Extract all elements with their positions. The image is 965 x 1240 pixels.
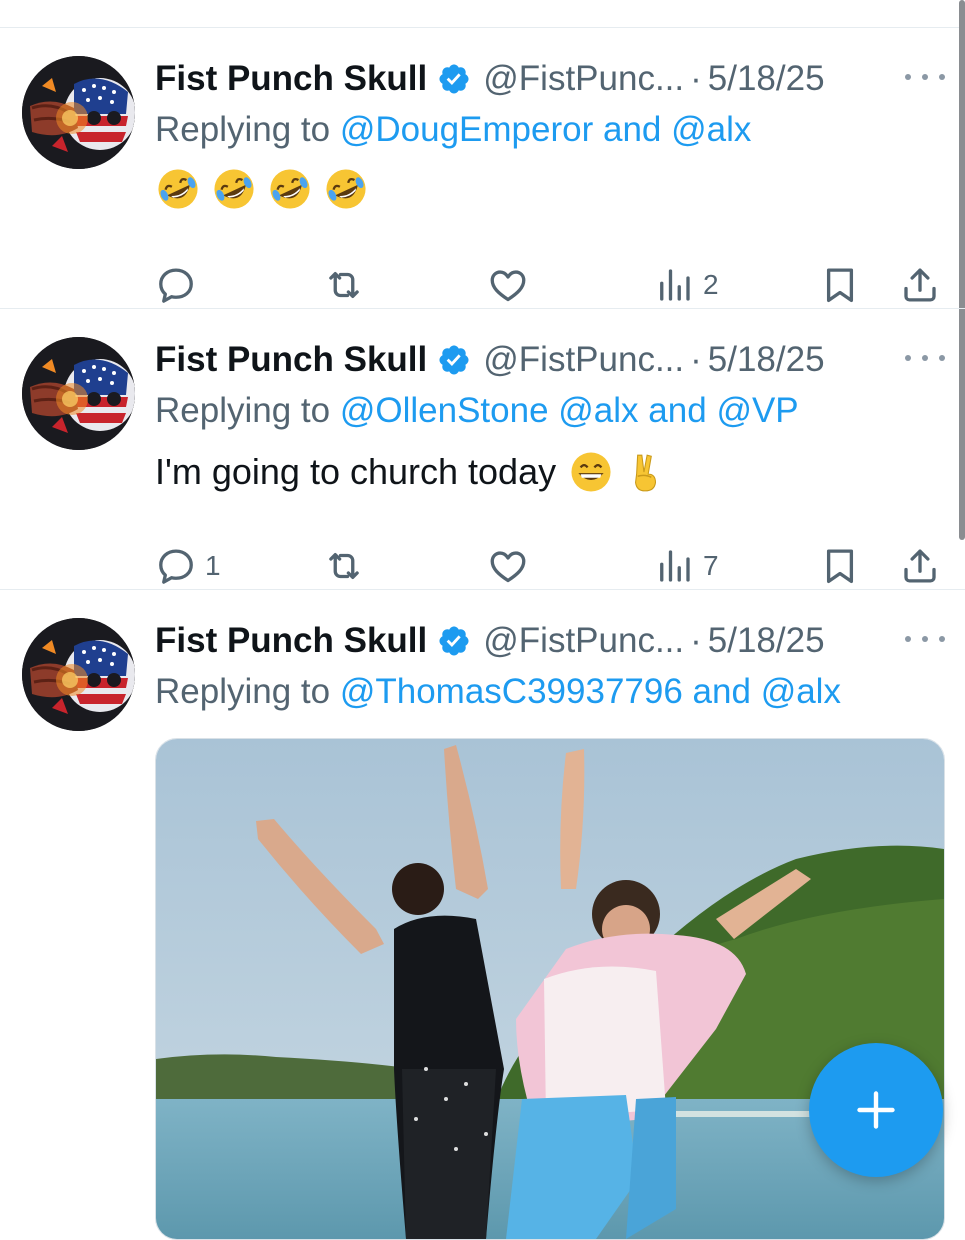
verified-badge-icon [437, 343, 471, 377]
more-options-icon[interactable] [905, 60, 945, 94]
victory-hand-emoji-icon [624, 449, 666, 495]
mention-link[interactable]: @ThomasC39937796 [340, 672, 683, 711]
mention-link[interactable]: @alx [761, 672, 841, 711]
more-options-icon[interactable] [905, 341, 945, 375]
more-options-icon[interactable] [905, 622, 945, 656]
beach-dance-photo [156, 739, 944, 1239]
speech-bubble-icon [155, 545, 197, 587]
author-handle[interactable]: @FistPunc... [483, 621, 684, 661]
author-name[interactable]: Fist Punch Skull [155, 59, 427, 99]
author-name[interactable]: Fist Punch Skull [155, 621, 427, 661]
avatar[interactable] [22, 56, 135, 169]
replying-to-label: Replying to [155, 672, 331, 711]
heart-icon [487, 264, 529, 306]
replying-to-label: Replying to [155, 391, 331, 430]
plus-icon [857, 1091, 895, 1129]
skull-flag-avatar-icon [22, 337, 135, 450]
bar-chart-icon [653, 264, 695, 306]
tweet-header: Fist Punch Skull @FistPunc... · 5/18/25 [155, 56, 945, 102]
avatar[interactable] [22, 337, 135, 450]
tweet-media-photo[interactable] [155, 738, 945, 1240]
replying-to: Replying to @OllenStone @alx and @VP [155, 391, 799, 431]
mention-link[interactable]: @VP [716, 391, 798, 430]
avatar[interactable] [22, 618, 135, 731]
separator: · [690, 59, 702, 98]
bookmark-icon [819, 264, 861, 306]
verified-badge-icon [437, 62, 471, 96]
mention-link[interactable]: @OllenStone [340, 391, 549, 430]
separator: · [690, 340, 702, 379]
timestamp[interactable]: 5/18/25 [708, 340, 825, 380]
mention-link[interactable]: @alx [558, 391, 638, 430]
tweet-text: I'm going to church today [155, 449, 666, 495]
retweet-icon [323, 545, 365, 587]
tweet-1[interactable]: Fist Punch Skull @FistPunc... · 5/18/25 … [0, 28, 965, 309]
replying-to-label: Replying to [155, 110, 331, 149]
heart-icon [487, 545, 529, 587]
mention-link[interactable]: @DougEmperor [340, 110, 593, 149]
timestamp[interactable]: 5/18/25 [708, 59, 825, 99]
timestamp[interactable]: 5/18/25 [708, 621, 825, 661]
skull-flag-avatar-icon [22, 618, 135, 731]
replying-to: Replying to @DougEmperor and @alx [155, 110, 751, 150]
share-icon [899, 545, 941, 587]
author-name[interactable]: Fist Punch Skull [155, 340, 427, 380]
tweet-text [155, 166, 369, 212]
tweet-header: Fist Punch Skull @FistPunc... · 5/18/25 [155, 618, 945, 664]
share-icon [899, 264, 941, 306]
rofl-emoji-icon [323, 166, 369, 212]
rofl-emoji-icon [155, 166, 201, 212]
bookmark-icon [819, 545, 861, 587]
mention-conjunction: and [692, 672, 751, 711]
mention-conjunction: and [603, 110, 662, 149]
skull-flag-avatar-icon [22, 56, 135, 169]
compose-button[interactable] [809, 1043, 943, 1177]
bar-chart-icon [653, 545, 695, 587]
author-handle[interactable]: @FistPunc... [483, 340, 684, 380]
mention-link[interactable]: @alx [671, 110, 751, 149]
separator: · [690, 621, 702, 660]
retweet-icon [323, 264, 365, 306]
mention-conjunction: and [648, 391, 707, 430]
reply-count: 1 [205, 550, 221, 581]
rofl-emoji-icon [267, 166, 313, 212]
tweet-header: Fist Punch Skull @FistPunc... · 5/18/25 [155, 337, 945, 383]
verified-badge-icon [437, 624, 471, 658]
rofl-emoji-icon [211, 166, 257, 212]
views-count: 7 [703, 550, 719, 581]
author-handle[interactable]: @FistPunc... [483, 59, 684, 99]
tweet-body: I'm going to church today [155, 451, 557, 492]
speech-bubble-icon [155, 264, 197, 306]
tweet-2[interactable]: Fist Punch Skull @FistPunc... · 5/18/25 … [0, 309, 965, 590]
replying-to: Replying to @ThomasC39937796 and @alx [155, 672, 841, 712]
views-count: 2 [703, 269, 719, 300]
grin-emoji-icon [568, 449, 614, 495]
